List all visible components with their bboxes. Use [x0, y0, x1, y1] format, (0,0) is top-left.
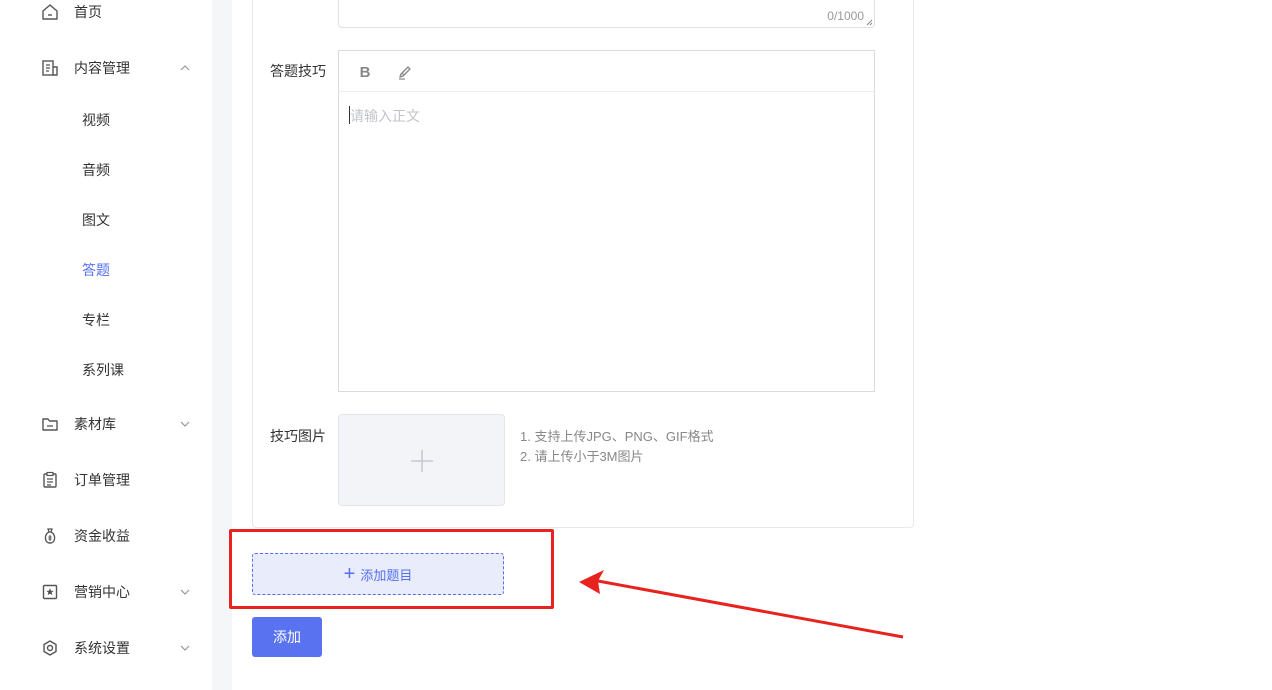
sidebar-item-content-management[interactable]: 内容管理 — [0, 48, 212, 88]
sidebar-item-label: 营销中心 — [74, 584, 130, 600]
highlighter-icon[interactable] — [395, 62, 415, 82]
tips-label: 答题技巧 — [270, 63, 326, 79]
document-icon — [40, 58, 60, 78]
tips-rich-text-editor: B 请输入正文 — [338, 50, 875, 392]
annotation-highlight-box — [229, 529, 554, 609]
submit-button[interactable]: 添加 — [252, 617, 322, 657]
folder-icon — [40, 414, 60, 434]
resize-grip-icon[interactable] — [865, 18, 873, 26]
bold-button[interactable]: B — [355, 62, 375, 82]
editor-body[interactable]: 请输入正文 — [339, 93, 874, 391]
sidebar-subitem-series[interactable]: 系列课 — [0, 352, 212, 388]
sidebar-subitem-audio[interactable]: 音频 — [0, 152, 212, 188]
sidebar-item-settings[interactable]: 系统设置 — [0, 628, 212, 668]
sidebar-subitem-column[interactable]: 专栏 — [0, 302, 212, 338]
sidebar-item-earnings[interactable]: 资金收益 — [0, 516, 212, 556]
sidebar-subitem-label: 系列课 — [82, 362, 124, 378]
sidebar-item-label: 资金收益 — [74, 528, 130, 544]
sidebar-item-label: 素材库 — [74, 416, 116, 432]
sidebar-subitem-label: 图文 — [82, 212, 110, 228]
sidebar-subitem-quiz[interactable]: 答题 — [0, 252, 212, 288]
image-upload-button[interactable] — [338, 414, 505, 506]
upload-hint-format: 1. 支持上传JPG、PNG、GIF格式 — [520, 429, 714, 444]
money-bag-icon — [40, 526, 60, 546]
sidebar-subitem-label: 音频 — [82, 162, 110, 178]
sidebar-item-label: 系统设置 — [74, 640, 130, 656]
sidebar-item-orders[interactable]: 订单管理 — [0, 460, 212, 500]
sidebar-subitem-label: 专栏 — [82, 312, 110, 328]
sidebar-item-label: 订单管理 — [74, 472, 130, 488]
char-counter: 0/1000 — [827, 9, 864, 23]
upload-hint-size: 2. 请上传小于3M图片 — [520, 449, 644, 464]
sidebar-subitem-video[interactable]: 视频 — [0, 102, 212, 138]
sidebar-item-label: 首页 — [74, 4, 102, 20]
chevron-down-icon — [180, 589, 190, 595]
sidebar-item-marketing[interactable]: 营销中心 — [0, 572, 212, 612]
sidebar: 首页 内容管理 视频 音频 图文 答题 专栏 系列课 素材库 订单管理 资金收益… — [0, 0, 212, 690]
chevron-down-icon — [180, 421, 190, 427]
sidebar-subitem-label: 视频 — [82, 112, 110, 128]
sidebar-item-materials[interactable]: 素材库 — [0, 404, 212, 444]
settings-icon — [40, 638, 60, 658]
tips-image-label: 技巧图片 — [270, 428, 326, 444]
chevron-down-icon — [180, 645, 190, 651]
answer-textarea[interactable]: 0/1000 — [338, 0, 875, 28]
star-badge-icon — [40, 582, 60, 602]
clipboard-icon — [40, 470, 60, 490]
editor-placeholder: 请输入正文 — [350, 108, 420, 124]
sidebar-item-label: 内容管理 — [74, 60, 130, 76]
plus-icon — [411, 450, 433, 472]
home-icon — [40, 2, 60, 22]
chevron-up-icon — [180, 65, 190, 71]
sidebar-subitem-article[interactable]: 图文 — [0, 202, 212, 238]
sidebar-item-home[interactable]: 首页 — [0, 0, 212, 32]
sidebar-subitem-label: 答题 — [82, 262, 110, 278]
editor-toolbar: B — [339, 51, 874, 92]
